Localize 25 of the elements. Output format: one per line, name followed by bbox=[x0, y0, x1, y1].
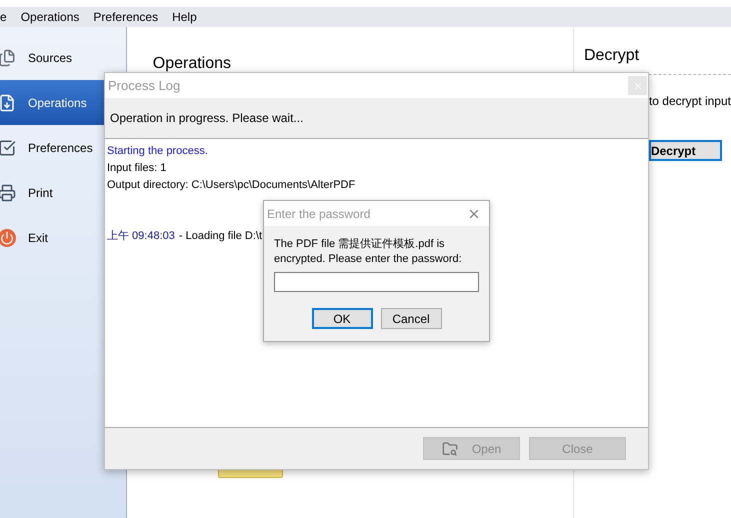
power-icon bbox=[0, 228, 16, 246]
menu-item[interactable]: Operations bbox=[20, 8, 80, 26]
decrypt-button[interactable]: Decrypt bbox=[648, 140, 722, 161]
menu-item[interactable]: Help bbox=[172, 8, 197, 26]
dialog-button[interactable]: Cancel bbox=[380, 308, 442, 329]
panel-heading: Decrypt bbox=[584, 46, 640, 66]
section-heading: Operations bbox=[152, 54, 232, 74]
log-line: - Loading file D:\t bbox=[178, 229, 262, 244]
description-text: to decrypt input bbox=[648, 93, 731, 110]
close-icon bbox=[632, 80, 642, 90]
printer-icon bbox=[0, 184, 16, 202]
log-line: Output directory: C:\Users\pc\Documents\AlterPDF bbox=[107, 178, 356, 193]
dialog-title: Enter the password bbox=[267, 206, 370, 222]
documents-icon bbox=[0, 48, 16, 66]
log-timestamp: 上午 09:48:03 bbox=[107, 229, 175, 244]
menu-item[interactable]: e bbox=[0, 8, 7, 26]
dialog-button[interactable]: OK bbox=[312, 308, 372, 329]
dialog-message: The PDF file 需提供证件模板.pdf is encrypted. Please enter the password: bbox=[274, 237, 463, 267]
menu-item[interactable]: Preferences bbox=[93, 8, 158, 26]
password-field[interactable] bbox=[274, 272, 479, 292]
document-icon bbox=[0, 94, 16, 112]
folder-search-icon bbox=[442, 440, 458, 456]
log-line: Input files: 1 bbox=[107, 161, 168, 176]
log-line: Starting the process. bbox=[107, 144, 209, 159]
checkbox-icon bbox=[0, 138, 16, 156]
